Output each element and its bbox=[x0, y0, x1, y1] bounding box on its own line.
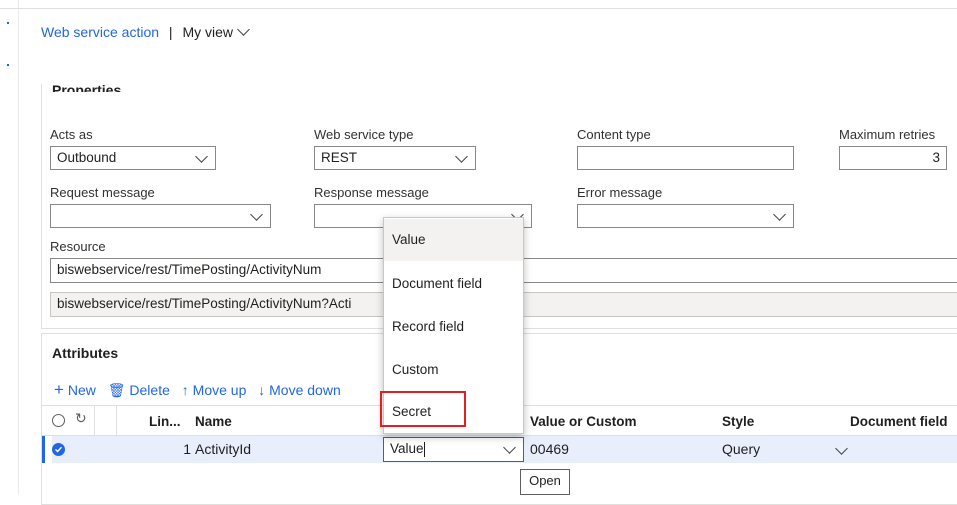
source-type-select[interactable]: Value bbox=[383, 437, 524, 462]
acts-as-label: Acts as bbox=[50, 127, 93, 142]
chevron-down-icon bbox=[195, 150, 208, 163]
chevron-down-icon[interactable] bbox=[237, 23, 250, 37]
page-header: Web service action | My view bbox=[41, 23, 250, 40]
move-down-label: Move down bbox=[269, 382, 341, 398]
arrow-up-icon: ↑ bbox=[181, 382, 189, 398]
view-selector[interactable]: My view bbox=[182, 24, 233, 40]
move-up-button[interactable]: ↑ Move up bbox=[182, 382, 250, 398]
delete-button[interactable]: 🗑 Delete bbox=[108, 382, 174, 398]
request-message-label: Request message bbox=[50, 185, 155, 200]
source-type-value: Value bbox=[390, 441, 424, 456]
attributes-toolbar: + New 🗑 Delete ↑ Move up ↓ Move down bbox=[54, 380, 341, 400]
chevron-down-icon bbox=[503, 441, 516, 454]
arrow-down-icon: ↓ bbox=[258, 382, 266, 398]
error-message-label: Error message bbox=[577, 185, 663, 200]
error-message-select[interactable] bbox=[577, 204, 794, 228]
header-separator: | bbox=[168, 24, 173, 40]
content-type-input[interactable] bbox=[577, 146, 794, 170]
refresh-icon[interactable]: ↻ bbox=[75, 410, 87, 427]
content-type-label: Content type bbox=[577, 127, 651, 142]
web-service-type-label: Web service type bbox=[314, 127, 414, 142]
breadcrumb-link[interactable]: Web service action bbox=[41, 24, 159, 40]
highlight-box bbox=[380, 391, 466, 427]
acts-as-select[interactable]: Outbound bbox=[50, 146, 216, 170]
web-service-type-value: REST bbox=[321, 150, 358, 165]
trash-icon: 🗑 bbox=[107, 382, 126, 398]
chevron-down-icon bbox=[455, 150, 468, 163]
text-cursor bbox=[423, 441, 425, 457]
properties-title: Properties bbox=[52, 82, 122, 92]
new-label: New bbox=[67, 382, 96, 398]
circle-icon bbox=[52, 414, 65, 427]
row-value-or-custom[interactable]: 00469 bbox=[530, 441, 569, 457]
delete-label: Delete bbox=[129, 382, 170, 398]
select-all-checkbox[interactable] bbox=[52, 414, 65, 427]
column-header-name[interactable]: Name bbox=[195, 414, 232, 429]
checkmark-icon[interactable] bbox=[52, 443, 65, 456]
chevron-down-icon bbox=[250, 208, 263, 221]
row-style[interactable]: Query bbox=[722, 441, 760, 457]
maximum-retries-input[interactable]: 3 bbox=[839, 146, 947, 170]
chevron-down-icon[interactable] bbox=[835, 442, 848, 455]
rail-indicator bbox=[7, 22, 9, 24]
response-message-label: Response message bbox=[314, 185, 429, 200]
dropdown-option-document-field[interactable]: Document field bbox=[384, 263, 523, 305]
move-down-button[interactable]: ↓ Move down bbox=[258, 382, 340, 398]
dropdown-option-record-field[interactable]: Record field bbox=[384, 306, 523, 348]
row-name[interactable]: ActivityId bbox=[195, 441, 251, 457]
row-selected-indicator bbox=[42, 436, 45, 463]
web-service-type-select[interactable]: REST bbox=[314, 146, 476, 170]
navigation-rail bbox=[0, 0, 19, 495]
open-tooltip: Open bbox=[520, 469, 570, 495]
attributes-title: Attributes bbox=[52, 345, 119, 361]
column-header-value-or-custom[interactable]: Value or Custom bbox=[530, 414, 637, 429]
chevron-down-icon bbox=[773, 208, 786, 221]
column-header-style[interactable]: Style bbox=[722, 414, 754, 429]
acts-as-value: Outbound bbox=[57, 150, 117, 165]
table-row[interactable]: 1 ActivityId Value 00469 Query bbox=[42, 436, 957, 463]
row-line-number: 1 bbox=[183, 441, 191, 457]
request-message-select[interactable] bbox=[50, 204, 271, 228]
top-divider bbox=[0, 8, 957, 9]
add-icon: + bbox=[54, 380, 64, 399]
dropdown-option-value[interactable]: Value bbox=[384, 219, 523, 261]
column-header-document-field[interactable]: Document field bbox=[850, 414, 948, 429]
move-up-label: Move up bbox=[192, 382, 247, 398]
maximum-retries-label: Maximum retries bbox=[839, 127, 936, 142]
resource-label: Resource bbox=[50, 239, 106, 254]
column-header-line[interactable]: Lin... bbox=[149, 414, 181, 429]
new-button[interactable]: + New bbox=[54, 380, 100, 399]
rail-indicator bbox=[7, 64, 9, 66]
dropdown-option-custom[interactable]: Custom bbox=[384, 349, 523, 391]
